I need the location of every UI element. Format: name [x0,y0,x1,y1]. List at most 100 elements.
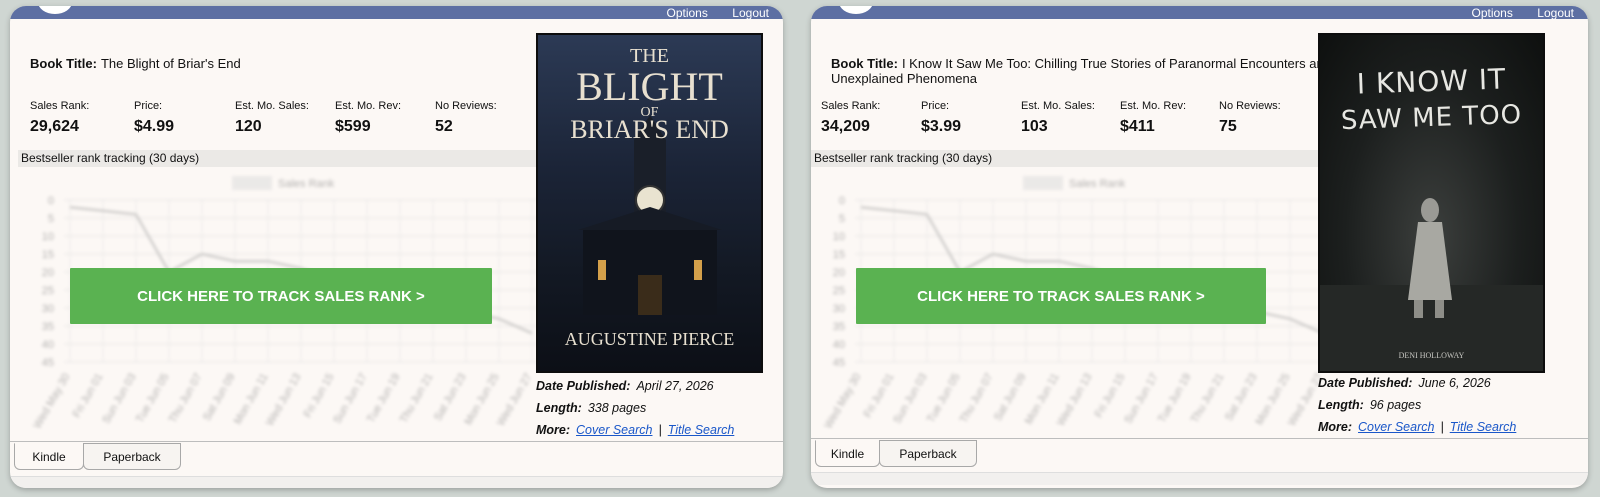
x-tick-label: Tue Jun 19 [365,372,403,425]
est-mo-rev-stat: Est. Mo. Rev: $599 [335,100,401,136]
x-tick-label: Sat Jun 09 [992,372,1029,424]
cover-title-line2: BLIGHT [576,64,723,109]
book-panel-1: Options Logout Book Title: The Blight of … [10,6,783,488]
link-separator: | [1440,420,1444,434]
x-tick-label: Fri Jun 15 [1093,372,1128,420]
tab-paperback[interactable]: Paperback [83,443,181,470]
sales-rank-value: 29,624 [30,118,79,135]
y-tick-label: 20 [42,267,54,279]
chart-legend-label: Sales Rank [1069,178,1126,190]
cover-search-link[interactable]: Cover Search [1358,420,1434,434]
x-tick-label: Sun Jun 03 [100,372,138,426]
more-links: More: Cover Search | Title Search [536,423,734,437]
logout-link[interactable]: Logout [1537,6,1574,20]
length-label: Length: [1318,398,1364,412]
price-value: $4.99 [134,118,175,135]
y-tick-label: 0 [48,195,54,207]
x-tick-label: Sat Jun 09 [201,372,238,424]
length-value: 338 pages [587,401,647,415]
chart-legend-swatch [232,176,272,190]
est-mo-rev-stat: Est. Mo. Rev: $411 [1120,100,1186,136]
est-mo-sales-value: 103 [1021,118,1048,135]
cover-search-link[interactable]: Cover Search [576,423,652,437]
options-link[interactable]: Options [1471,6,1512,20]
x-tick-label: Wed Jun 13 [1055,372,1095,429]
x-tick-label: Wed May 30 [822,372,863,431]
y-tick-label: 15 [833,249,845,261]
length-label: Length: [536,401,582,415]
book-cover[interactable]: THE BLIGHT OF BRIAR'S END AUGUSTINE PIER… [536,33,763,373]
x-tick-label: Sat Jun 23 [432,372,469,424]
rank-tracking-header: Bestseller rank tracking (30 days) [18,150,541,167]
sales-rank-label: Sales Rank: [821,100,881,112]
y-tick-label: 35 [833,321,845,333]
x-tick-label: Thu Jun 07 [167,372,205,426]
track-sales-rank-button[interactable]: CLICK HERE TO TRACK SALES RANK > [70,268,492,324]
options-link[interactable]: Options [666,6,707,20]
price-label: Price: [921,100,950,112]
no-reviews-value: 75 [1219,118,1237,135]
est-mo-rev-label: Est. Mo. Rev: [335,100,402,112]
y-tick-label: 40 [42,339,54,351]
price-stat: Price: $3.99 [921,100,961,136]
y-tick-label: 30 [833,303,845,315]
book-title-label: Book Title: [831,56,898,71]
tab-kindle[interactable]: Kindle [14,443,84,470]
date-published: Date Published: June 6, 2026 [1318,376,1491,390]
track-sales-rank-button[interactable]: CLICK HERE TO TRACK SALES RANK > [856,268,1266,324]
y-tick-label: 40 [833,339,845,351]
y-tick-label: 25 [42,285,54,297]
panel-footer [10,476,783,488]
x-tick-label: Tue Jun 05 [134,372,172,425]
y-tick-label: 20 [833,267,845,279]
book-title: Book Title: I Know It Saw Me Too: Chillin… [831,56,1371,86]
tabs-divider [811,438,1588,439]
x-tick-label: Wed May 30 [31,372,72,431]
date-published-value: June 6, 2026 [1418,376,1491,390]
price-stat: Price: $4.99 [134,100,174,136]
date-published-label: Date Published: [1318,376,1413,390]
date-published-value: April 27, 2026 [636,379,714,393]
top-nav-bar: Options Logout [811,6,1588,20]
rank-tracking-header: Bestseller rank tracking (30 days) [811,150,1334,167]
book-title-label: Book Title: [30,56,97,71]
top-nav-bar: Options Logout [10,6,783,20]
tabs-divider [10,441,783,442]
est-mo-sales-label: Est. Mo. Sales: [235,100,309,112]
y-tick-label: 15 [42,249,54,261]
date-published-label: Date Published: [536,379,631,393]
no-reviews-value: 52 [435,118,453,135]
tab-paperback[interactable]: Paperback [879,440,977,467]
logout-link[interactable]: Logout [732,6,769,20]
book-title: Book Title: The Blight of Briar's End [30,56,570,71]
x-tick-label: Wed Jun 27 [495,372,535,429]
tab-kindle[interactable]: Kindle [815,440,880,467]
y-tick-label: 30 [42,303,54,315]
book-cover[interactable]: I KNOW IT SAW ME TOO DENI HOLLOWAY [1318,33,1545,373]
x-tick-label: Mon Jun 11 [1023,372,1062,427]
title-search-link[interactable]: Title Search [1450,420,1517,434]
x-tick-label: Tue Jun 05 [925,372,963,425]
y-tick-label: 35 [42,321,54,333]
app-logo [839,6,873,14]
est-mo-rev-value: $411 [1120,118,1155,135]
y-tick-label: 5 [839,213,845,225]
book-title-value: The Blight of Briar's End [100,56,241,71]
more-label: More: [536,423,571,437]
x-tick-label: Sun Jun 03 [891,372,929,426]
date-published: Date Published: April 27, 2026 [536,379,714,393]
x-tick-label: Sun Jun 17 [1122,372,1160,426]
sales-rank-stat: Sales Rank: 29,624 [30,100,89,136]
y-tick-label: 10 [833,231,845,243]
sales-rank-label: Sales Rank: [30,100,90,112]
title-search-link[interactable]: Title Search [668,423,735,437]
more-label: More: [1318,420,1353,434]
cover-author: DENI HOLLOWAY [1398,351,1465,360]
app-logo [38,6,72,14]
more-links: More: Cover Search | Title Search [1318,420,1516,434]
x-tick-label: Sun Jun 17 [331,372,369,426]
book-length: Length: 338 pages [536,401,646,415]
y-tick-label: 0 [839,195,845,207]
no-reviews-stat: No Reviews: 52 [435,100,497,136]
no-reviews-label: No Reviews: [435,100,497,112]
